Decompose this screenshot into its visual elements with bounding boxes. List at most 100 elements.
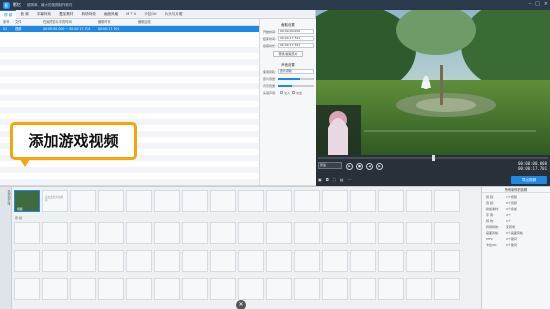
tab-transition[interactable]: 转场特效 (77, 10, 99, 19)
empty-slot[interactable] (210, 250, 236, 272)
folder-icon[interactable]: ▣ (318, 177, 322, 182)
empty-slot[interactable] (182, 250, 208, 272)
empty-slot[interactable] (154, 222, 180, 244)
scrubber-knob[interactable] (431, 155, 435, 161)
empty-slot[interactable] (238, 278, 264, 300)
empty-slot[interactable] (322, 278, 348, 300)
orig-volume-slider[interactable] (278, 77, 314, 80)
empty-slot[interactable] (210, 190, 236, 212)
empty-slot[interactable] (70, 250, 96, 272)
crop-icon[interactable]: ▤ (340, 177, 344, 182)
empty-slot[interactable] (378, 222, 404, 244)
minimize-icon[interactable]: – (529, 1, 532, 7)
empty-slot[interactable] (14, 222, 40, 244)
tab-video[interactable]: 视 频 (0, 9, 17, 19)
maximize-icon[interactable]: □ (535, 1, 540, 7)
empty-slot[interactable] (42, 250, 68, 272)
empty-slot[interactable] (350, 278, 376, 300)
fade-in-checkbox[interactable] (280, 91, 283, 94)
empty-slot[interactable] (238, 222, 264, 244)
empty-slot[interactable] (294, 250, 320, 272)
empty-slot[interactable] (182, 278, 208, 300)
empty-slot[interactable] (434, 250, 460, 272)
empty-slot[interactable] (126, 278, 152, 300)
playback-speed-select[interactable]: 原速 (318, 162, 342, 169)
stop-icon[interactable]: ■ (356, 163, 363, 170)
audio-track-select[interactable]: 原片音轨 (278, 69, 314, 74)
tab-karaoke[interactable]: 卡拉OK (140, 10, 160, 19)
empty-slot[interactable] (98, 190, 124, 212)
duration-field[interactable]: 00:00:17.701 (278, 43, 314, 48)
fade-out-checkbox[interactable] (292, 91, 296, 94)
export-video-button[interactable]: 导出视频 (511, 176, 547, 184)
tab-subtitle[interactable]: 字幕特效 (33, 10, 55, 19)
start-time-field[interactable]: 00:00:00.000 (278, 29, 314, 34)
empty-slot[interactable]: 双击此处添加视频 (42, 190, 68, 212)
video-frame[interactable] (316, 10, 550, 155)
empty-slot[interactable] (266, 222, 292, 244)
playback-scrubber[interactable] (318, 155, 548, 161)
empty-slot[interactable] (434, 222, 460, 244)
empty-slot[interactable] (378, 190, 404, 212)
empty-slot[interactable] (98, 250, 124, 272)
empty-slot[interactable] (378, 250, 404, 272)
empty-slot[interactable] (210, 222, 236, 244)
empty-slot[interactable] (70, 278, 96, 300)
empty-slot[interactable] (266, 190, 292, 212)
empty-slot[interactable] (42, 278, 68, 300)
empty-slot[interactable] (42, 222, 68, 244)
empty-slot[interactable] (294, 190, 320, 212)
empty-slot[interactable] (238, 250, 264, 272)
empty-slot[interactable] (322, 190, 348, 212)
tab-intro-outro[interactable]: 片头与片尾 (161, 10, 187, 19)
empty-slot[interactable] (14, 278, 40, 300)
empty-slot[interactable] (98, 222, 124, 244)
close-icon[interactable]: × (544, 1, 548, 7)
empty-slot[interactable] (406, 250, 432, 272)
close-icon[interactable]: ✕ (236, 300, 246, 309)
empty-slot[interactable] (434, 278, 460, 300)
fullscreen-icon[interactable]: ⛶ (333, 177, 336, 182)
prev-frame-icon[interactable]: ◀ (366, 163, 373, 170)
empty-slot[interactable] (350, 250, 376, 272)
tab-mtv[interactable]: M T V (122, 10, 140, 19)
tab-overlay[interactable]: 叠加素材 (55, 10, 77, 19)
empty-slot[interactable] (322, 250, 348, 272)
empty-slot[interactable] (154, 190, 180, 212)
empty-slot[interactable] (378, 278, 404, 300)
empty-slot[interactable] (70, 222, 96, 244)
next-frame-icon[interactable]: ▶ (376, 163, 383, 170)
empty-slot[interactable] (154, 250, 180, 272)
empty-slot[interactable] (294, 278, 320, 300)
empty-slot[interactable] (294, 222, 320, 244)
play-icon[interactable]: ▶ (346, 163, 353, 170)
empty-slot[interactable] (126, 222, 152, 244)
tab-style[interactable]: 画面风格 (100, 10, 122, 19)
empty-slot[interactable] (266, 250, 292, 272)
empty-slot[interactable] (154, 278, 180, 300)
empty-slot[interactable] (98, 278, 124, 300)
empty-slot[interactable] (322, 222, 348, 244)
empty-slot[interactable] (70, 190, 96, 212)
empty-slot[interactable] (126, 190, 152, 212)
empty-slot[interactable] (350, 190, 376, 212)
empty-slot[interactable] (434, 190, 460, 212)
table-row[interactable]: 01 视频 00:00:00.000 ~ 00:00:17.701 00:00:… (0, 26, 259, 32)
empty-slot[interactable] (182, 222, 208, 244)
empty-slot[interactable] (14, 250, 40, 272)
empty-slot[interactable] (238, 190, 264, 212)
empty-slot[interactable] (406, 190, 432, 212)
share-icon[interactable]: ⋯ (348, 177, 352, 182)
empty-slot[interactable] (406, 278, 432, 300)
tab-audio[interactable]: 音 频 (16, 10, 32, 19)
empty-slot[interactable] (210, 278, 236, 300)
end-time-field[interactable]: 00:00:17.701 (278, 36, 314, 41)
empty-slot[interactable] (182, 190, 208, 212)
bg-volume-slider[interactable] (278, 84, 314, 87)
empty-slot[interactable] (266, 278, 292, 300)
empty-slot[interactable] (350, 222, 376, 244)
camera-icon[interactable]: ◘ (326, 177, 329, 182)
empty-slot[interactable] (406, 222, 432, 244)
preview-trim-button[interactable]: 预览/截取原片 (273, 51, 303, 57)
empty-slot[interactable] (126, 250, 152, 272)
